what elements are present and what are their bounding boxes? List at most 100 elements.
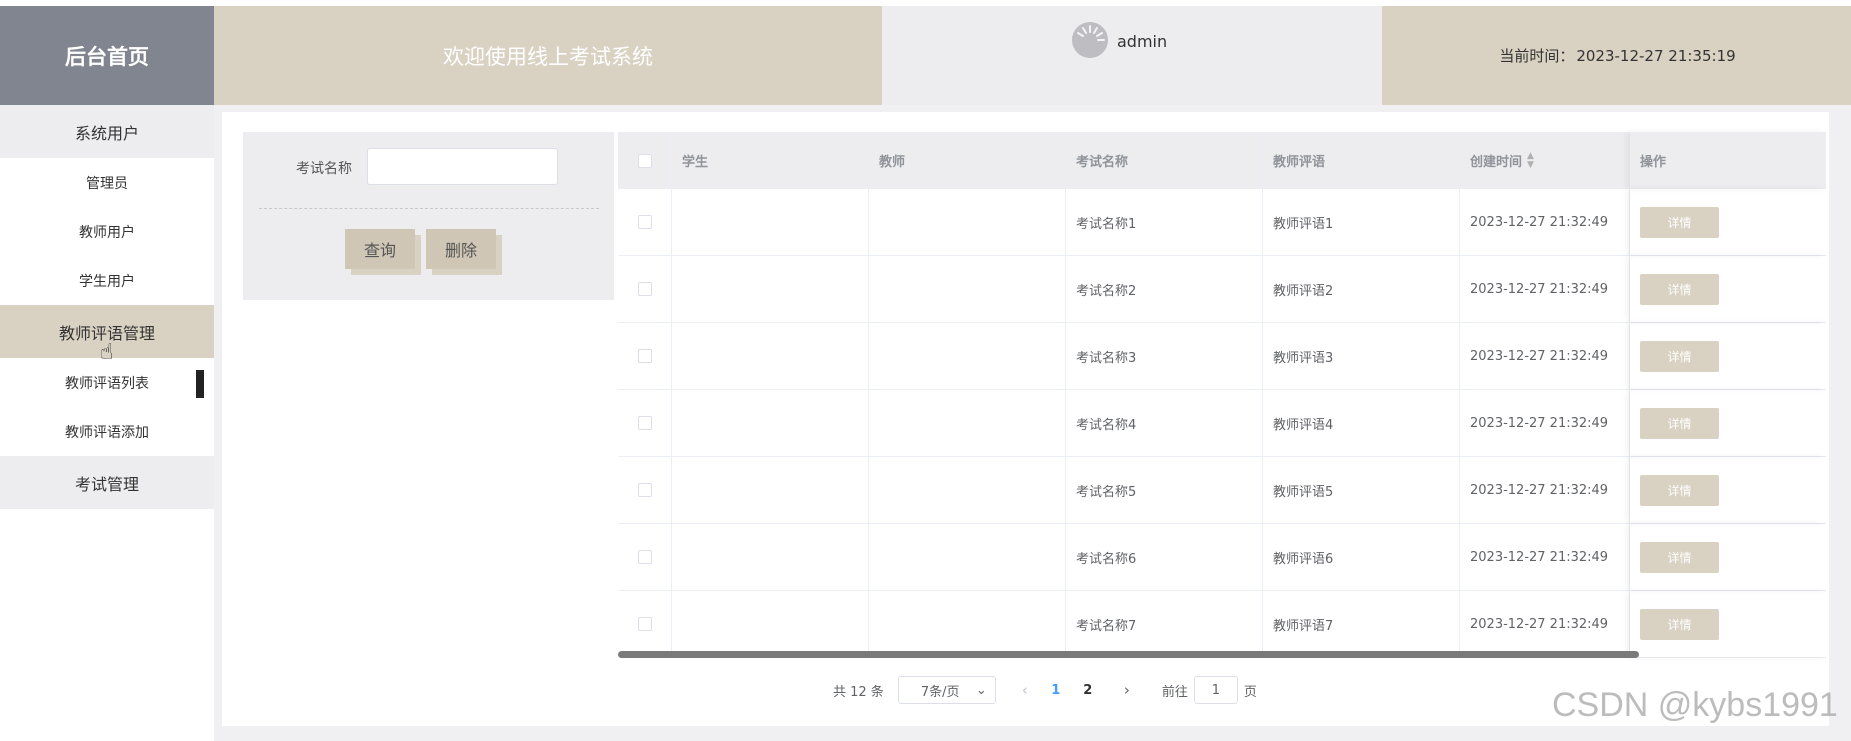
username-label[interactable]: admin [1117, 32, 1167, 51]
menu-group-system-users[interactable]: 系统用户 [0, 105, 214, 158]
menu-item-student-users[interactable]: 学生用户 [0, 256, 214, 305]
table-row: 考试名称4 教师评语4 2023-12-27 21:32:49 详情 [618, 390, 1826, 457]
avatar-icon[interactable] [1072, 22, 1108, 58]
row-checkbox[interactable] [637, 349, 652, 363]
detail-button[interactable]: 详情 [1640, 340, 1719, 372]
row-select-cell [618, 390, 672, 456]
cell-student [672, 189, 869, 255]
menu-group-exam-management[interactable]: 考试管理 [0, 456, 214, 509]
cell-teacher [869, 390, 1066, 456]
detail-button[interactable]: 详情 [1640, 407, 1719, 439]
cell-actions: 详情 [1630, 189, 1826, 255]
table-row: 考试名称2 教师评语2 2023-12-27 21:32:49 详情 [618, 256, 1826, 323]
cell-comment: 教师评语3 [1263, 323, 1460, 389]
search-label: 考试名称 [296, 161, 352, 177]
table-header: 学生 教师 考试名称 教师评语 创建时间 ▲ ▼ 操作 [618, 132, 1826, 189]
row-checkbox[interactable] [637, 483, 652, 497]
row-checkbox[interactable] [637, 215, 652, 229]
cell-student [672, 591, 869, 657]
chevron-right-icon[interactable]: › [1112, 681, 1142, 699]
row-select-cell [618, 323, 672, 389]
cell-created-time: 2023-12-27 21:32:49 [1460, 524, 1630, 590]
goto-page-input[interactable]: 1 [1193, 676, 1238, 704]
table-row: 考试名称6 教师评语6 2023-12-27 21:32:49 详情 [618, 524, 1826, 591]
menu-item-teacher-users[interactable]: 教师用户 [0, 207, 214, 256]
cell-actions: 详情 [1630, 390, 1826, 456]
current-time: 当前时间： 2023-12-27 21:35:19 [1382, 6, 1851, 105]
row-select-cell [618, 524, 672, 590]
col-comment: 教师评语 [1263, 132, 1460, 189]
cell-comment: 教师评语7 [1263, 591, 1460, 657]
cell-created-time: 2023-12-27 21:32:49 [1460, 323, 1630, 389]
table-row: 考试名称5 教师评语5 2023-12-27 21:32:49 详情 [618, 457, 1826, 524]
select-all-checkbox[interactable] [637, 153, 652, 168]
search-panel: 考试名称 查询 删除 [243, 132, 614, 300]
sort-icon[interactable]: ▲ ▼ [1527, 151, 1534, 170]
detail-button[interactable]: 详情 [1640, 273, 1719, 305]
horizontal-scrollbar[interactable] [618, 651, 1639, 658]
user-panel [882, 6, 1382, 105]
cell-exam-name: 考试名称2 [1066, 256, 1263, 322]
cell-comment: 教师评语2 [1263, 256, 1460, 322]
menu-item-comment-list[interactable]: 教师评语列表 [0, 358, 214, 407]
menu-item-comment-add[interactable]: 教师评语添加 [0, 407, 214, 456]
exam-name-input[interactable] [367, 148, 558, 185]
watermark: CSDN @kybs1991 [1552, 686, 1838, 724]
chevron-left-icon[interactable]: ‹ [1010, 681, 1040, 699]
total-count: 共 12 条 [833, 684, 884, 700]
cell-teacher [869, 591, 1066, 657]
col-teacher: 教师 [869, 132, 1066, 189]
row-checkbox[interactable] [637, 282, 652, 296]
row-select-cell [618, 189, 672, 255]
cell-student [672, 457, 869, 523]
cell-comment: 教师评语4 [1263, 390, 1460, 456]
cell-teacher [869, 189, 1066, 255]
row-checkbox[interactable] [637, 617, 652, 631]
col-exam-name: 考试名称 [1066, 132, 1263, 189]
page-number-1[interactable]: 1 [1040, 683, 1072, 698]
table-row: 考试名称7 教师评语7 2023-12-27 21:32:49 详情 [618, 591, 1826, 658]
brand-home-link[interactable]: 后台首页 [0, 6, 214, 105]
cell-actions: 详情 [1630, 457, 1826, 523]
cell-created-time: 2023-12-27 21:32:49 [1460, 457, 1630, 523]
cell-exam-name: 考试名称3 [1066, 323, 1263, 389]
menu-item-comment-list-label: 教师评语列表 [65, 375, 149, 392]
query-button[interactable]: 查询 [345, 229, 415, 269]
row-select-cell [618, 457, 672, 523]
col-created-time[interactable]: 创建时间 ▲ ▼ [1460, 132, 1630, 189]
menu-item-admin[interactable]: 管理员 [0, 158, 214, 207]
cell-comment: 教师评语6 [1263, 524, 1460, 590]
row-checkbox[interactable] [637, 550, 652, 564]
top-header: 后台首页 欢迎使用线上考试系统 admin 当前时间： 2023-12-27 2… [0, 0, 1851, 105]
cell-created-time: 2023-12-27 21:32:49 [1460, 591, 1630, 657]
goto-label: 前往 [1161, 684, 1188, 700]
time-value: 2023-12-27 21:35:19 [1576, 46, 1736, 65]
row-select-cell [618, 591, 672, 657]
detail-button[interactable]: 详情 [1640, 541, 1719, 573]
table-row: 考试名称1 教师评语1 2023-12-27 21:32:49 详情 [618, 189, 1826, 256]
row-checkbox[interactable] [637, 416, 652, 430]
page-size-select[interactable]: 7条/页 ⌄ [897, 676, 996, 704]
cell-created-time: 2023-12-27 21:32:49 [1460, 390, 1630, 456]
welcome-banner: 欢迎使用线上考试系统 [214, 6, 882, 105]
delete-button[interactable]: 删除 [426, 229, 496, 269]
cell-actions: 详情 [1630, 591, 1826, 657]
cell-comment: 教师评语1 [1263, 189, 1460, 255]
page-number-2[interactable]: 2 [1072, 683, 1104, 698]
col-actions: 操作 [1630, 132, 1826, 189]
cell-student [672, 323, 869, 389]
cell-student [672, 524, 869, 590]
time-label: 当前时间： [1499, 47, 1575, 65]
hand-pointer-icon: ☝ [100, 340, 114, 365]
row-select-cell [618, 256, 672, 322]
cell-actions: 详情 [1630, 323, 1826, 389]
cell-student [672, 256, 869, 322]
detail-button[interactable]: 详情 [1640, 474, 1719, 506]
detail-button[interactable]: 详情 [1640, 608, 1719, 640]
pagination: 共 12 条 7条/页 ⌄ ‹ 1 2 › 前往 1 页 [833, 676, 1257, 704]
cell-exam-name: 考试名称7 [1066, 591, 1263, 657]
cell-created-time: 2023-12-27 21:32:49 [1460, 189, 1630, 255]
sidebar-menu: 系统用户 管理员 教师用户 学生用户 教师评语管理 教师评语列表 教师评语添加 … [0, 105, 214, 741]
detail-button[interactable]: 详情 [1640, 206, 1719, 238]
cell-teacher [869, 256, 1066, 322]
